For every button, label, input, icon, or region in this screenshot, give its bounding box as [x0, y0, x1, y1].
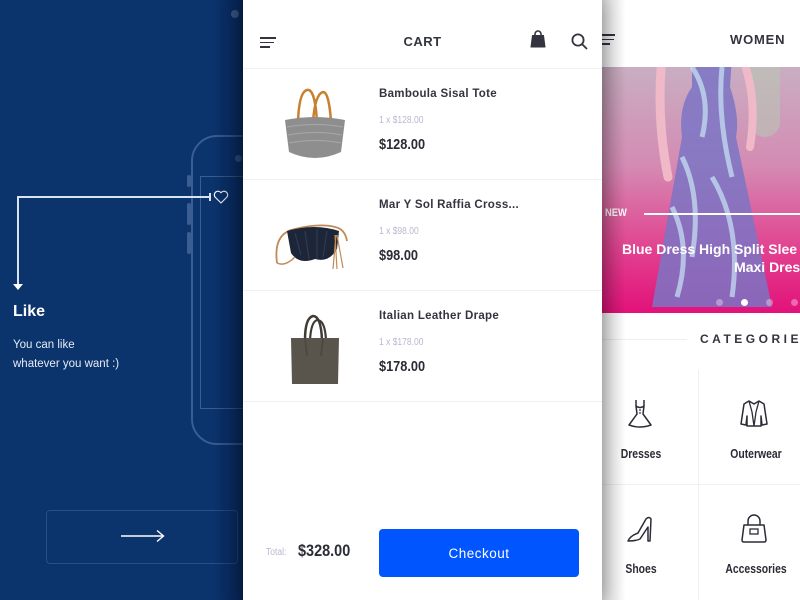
hero-image	[652, 67, 780, 307]
jacket-icon	[740, 400, 768, 427]
arrow-right-icon	[121, 529, 165, 543]
item-name: Italian Leather Drape	[379, 310, 500, 322]
menu-icon[interactable]	[602, 34, 615, 45]
carousel-dot[interactable]	[716, 299, 723, 306]
handbag-icon	[741, 514, 767, 543]
carousel-dot[interactable]	[791, 299, 798, 306]
category-dresses[interactable]: Dresses	[602, 370, 698, 480]
phone-button	[187, 232, 191, 254]
phone-button	[187, 175, 191, 187]
feature-description: You can like whatever you want :)	[13, 336, 213, 374]
connector-line	[17, 196, 210, 198]
women-screen: WOMEN NEW Blue Dress High Split Slee Max…	[602, 0, 800, 600]
connector-tick	[209, 193, 211, 201]
arrow-down-icon	[13, 284, 23, 290]
panel-shadow	[213, 0, 243, 600]
item-quantity: 1 x $128.00	[379, 115, 424, 126]
hero-title-line: Maxi Dress	[734, 259, 800, 275]
total-value: $328.00	[298, 541, 351, 560]
item-price: $178.00	[379, 358, 426, 375]
next-button[interactable]	[46, 510, 238, 564]
new-badge: NEW	[605, 207, 627, 219]
high-heel-icon	[627, 516, 652, 542]
hero-title-line: Blue Dress High Split Slee	[622, 241, 798, 257]
divider	[602, 339, 687, 340]
carousel-dot[interactable]	[766, 299, 773, 306]
feature-title: Like	[13, 303, 46, 320]
description-line: whatever you want :)	[13, 358, 120, 370]
page-title: CART	[403, 34, 442, 49]
category-outerwear[interactable]: Outerwear	[699, 370, 795, 480]
cart-header: CART	[243, 0, 602, 69]
item-price: $98.00	[379, 247, 419, 264]
category-accessories[interactable]: Accessories	[699, 485, 795, 595]
category-shoes[interactable]: Shoes	[602, 485, 698, 595]
item-quantity: 1 x $178.00	[379, 337, 424, 348]
cart-screen: CART Bamboula Sisal Tote 1 x $128.00 $12…	[243, 0, 602, 600]
item-name: Mar Y Sol Raffia Cross...	[379, 199, 520, 211]
item-price: $128.00	[379, 136, 426, 153]
hero-carousel[interactable]: NEW Blue Dress High Split Slee Maxi Dres…	[602, 67, 800, 313]
cart-item[interactable]: Mar Y Sol Raffia Cross... 1 x $98.00 $98…	[243, 181, 602, 291]
shopping-bag-icon[interactable]	[530, 30, 546, 48]
total-label: Total:	[266, 547, 287, 558]
product-image-leather-tote	[291, 314, 339, 384]
category-label: Accessories	[725, 561, 787, 576]
page-title: WOMEN	[730, 32, 786, 47]
connector-line	[17, 196, 19, 286]
badge-line	[644, 213, 800, 215]
product-image-crossbody	[275, 224, 348, 270]
product-image-tote	[285, 88, 345, 158]
item-quantity: 1 x $98.00	[379, 226, 419, 237]
cart-item[interactable]: Italian Leather Drape 1 x $178.00 $178.0…	[243, 292, 602, 402]
category-label: Dresses	[620, 446, 662, 461]
hero-title[interactable]: Blue Dress High Split Slee Maxi Dress	[610, 240, 800, 276]
category-label: Shoes	[625, 561, 657, 576]
description-line: You can like	[13, 339, 75, 351]
cart-item[interactable]: Bamboula Sisal Tote 1 x $128.00 $128.00	[243, 70, 602, 180]
phone-button	[187, 203, 191, 225]
categories-title: CATEGORIE	[700, 332, 800, 346]
onboarding-panel: Like You can like whatever you want :)	[0, 0, 243, 600]
search-icon[interactable]	[571, 33, 588, 50]
checkout-button[interactable]: Checkout	[379, 529, 579, 577]
carousel-dot-active[interactable]	[741, 299, 748, 306]
category-label: Outerwear	[730, 446, 782, 461]
dress-icon	[628, 400, 652, 428]
item-name: Bamboula Sisal Tote	[379, 88, 497, 100]
